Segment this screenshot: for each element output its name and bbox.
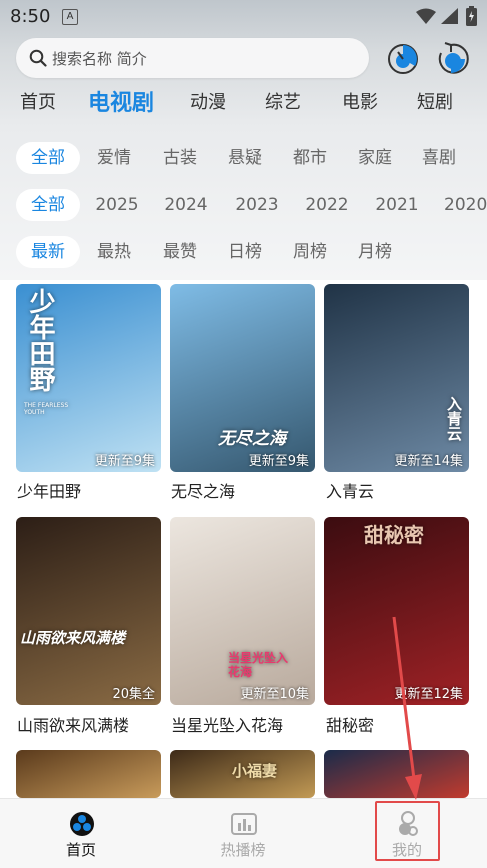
search-bar[interactable]: 搜索名称 简介 (16, 38, 369, 78)
tab-tv-series[interactable]: 电视剧 (88, 85, 154, 117)
poster-card[interactable]: 当星光坠入花海 更新至10集 (170, 517, 315, 705)
tab-home[interactable]: 首页 (20, 88, 56, 114)
show-title[interactable]: 山雨欲来风满楼 (17, 712, 129, 736)
show-title[interactable]: 少年田野 (17, 478, 81, 502)
genre-chip[interactable]: 悬疑 (223, 142, 267, 174)
sort-chip[interactable]: 最热 (92, 236, 136, 268)
poster-art-title: 当星光坠入花海 (228, 651, 289, 679)
chart-icon (231, 813, 257, 835)
poster-card[interactable]: 山雨欲来风满楼 20集全 (16, 517, 161, 705)
search-placeholder: 搜索名称 简介 (52, 50, 147, 68)
episode-badge: 20集全 (112, 687, 155, 702)
year-chip[interactable]: 2021 (374, 189, 420, 221)
highlight-box (375, 801, 440, 861)
tab-label: 首页 (65, 841, 96, 859)
signal-icon (441, 8, 458, 24)
poster-art-title: 入青云 (445, 396, 463, 441)
poster-art-subtitle: THE FEARLESS YOUTH (24, 402, 69, 416)
episode-badge: 更新至9集 (94, 454, 155, 469)
tab-label: 热播榜 (220, 841, 266, 859)
poster-art-title: 少年田野 (25, 288, 55, 392)
sort-filter: 最新 最热 最赞 日榜 周榜 月榜 (0, 236, 487, 270)
poster-card[interactable] (324, 750, 469, 798)
sort-chip[interactable]: 日榜 (223, 236, 267, 268)
poster-art-title: 小福妻 (232, 762, 278, 780)
poster-art-title: 山雨欲来风满楼 (20, 629, 126, 647)
notification-icon: A (62, 9, 78, 25)
poster-card[interactable] (16, 750, 161, 798)
genre-chip[interactable]: 古装 (158, 142, 202, 174)
genre-chip[interactable]: 喜剧 (417, 142, 461, 174)
episode-badge: 更新至9集 (248, 454, 309, 469)
episode-badge: 更新至10集 (240, 687, 309, 702)
poster-art-title: 无尽之海 (218, 429, 286, 449)
episode-badge: 更新至12集 (394, 687, 463, 702)
poster-card[interactable]: 小福妻 (170, 750, 315, 798)
year-chip[interactable]: 2023 (234, 189, 280, 221)
sort-chip[interactable]: 周榜 (288, 236, 332, 268)
poster-card[interactable]: 少年田野 THE FEARLESS YOUTH 更新至9集 (16, 284, 161, 472)
timer-icon[interactable] (433, 41, 469, 77)
history-icon[interactable] (385, 41, 421, 77)
genre-chip[interactable]: 爱情 (92, 142, 136, 174)
sort-chip[interactable]: 最赞 (158, 236, 202, 268)
poster-card[interactable]: 无尽之海 更新至9集 (170, 284, 315, 472)
year-chip[interactable]: 全部 (16, 189, 80, 221)
sort-chip[interactable]: 月榜 (353, 236, 397, 268)
genre-chip[interactable]: 全部 (16, 142, 80, 174)
genre-chip[interactable]: 都市 (288, 142, 332, 174)
year-chip[interactable]: 2020 (444, 189, 487, 221)
tab-anime[interactable]: 动漫 (190, 88, 226, 114)
show-title[interactable]: 甜秘密 (326, 712, 374, 736)
tab-variety[interactable]: 综艺 (265, 88, 301, 114)
show-title[interactable]: 无尽之海 (171, 478, 235, 502)
sort-chip[interactable]: 最新 (16, 236, 80, 268)
tab-bar-home[interactable]: 首页 (31, 799, 131, 868)
category-tabs: 首页 电视剧 动漫 综艺 电影 短剧 (0, 88, 487, 124)
home-icon (70, 812, 94, 836)
poster-card[interactable]: 甜秘密 更新至12集 (324, 517, 469, 705)
year-chip[interactable]: 2024 (163, 189, 209, 221)
poster-card[interactable]: 入青云 更新至14集 (324, 284, 469, 472)
genre-chip[interactable]: 家庭 (353, 142, 397, 174)
year-filter: 全部 2025 2024 2023 2022 2021 2020 (0, 189, 487, 223)
year-chip[interactable]: 2022 (304, 189, 350, 221)
search-icon (29, 49, 47, 67)
tab-movie[interactable]: 电影 (342, 88, 378, 114)
wifi-icon (416, 8, 436, 24)
tab-short-drama[interactable]: 短剧 (417, 88, 453, 114)
show-title[interactable]: 当星光坠入花海 (171, 712, 283, 736)
year-chip[interactable]: 2025 (94, 189, 140, 221)
battery-icon (466, 6, 477, 26)
episode-badge: 更新至14集 (394, 454, 463, 469)
genre-filter: 全部 爱情 古装 悬疑 都市 家庭 喜剧 (0, 142, 487, 176)
status-bar: 8:50 A (0, 0, 487, 34)
show-title[interactable]: 入青云 (326, 478, 374, 502)
status-time: 8:50 (10, 6, 51, 27)
tab-bar-trending[interactable]: 热播榜 (193, 799, 293, 868)
poster-art-title: 甜秘密 (364, 523, 424, 547)
